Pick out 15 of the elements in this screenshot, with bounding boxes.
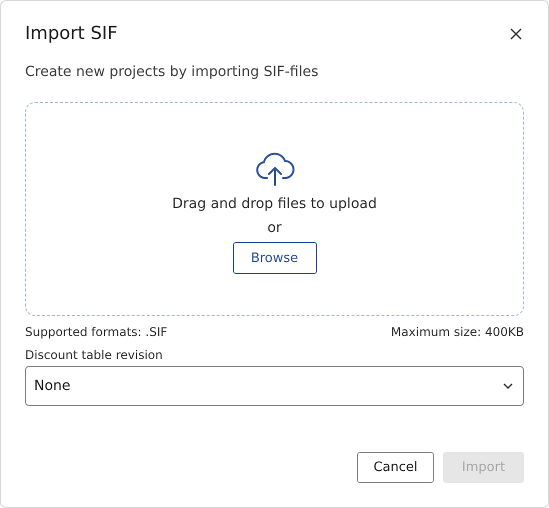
select-label: Discount table revision bbox=[25, 348, 164, 362]
browse-button[interactable]: Browse bbox=[232, 242, 316, 274]
chevron-down-icon bbox=[502, 382, 514, 390]
max-size-hint: Maximum size: 400KB bbox=[390, 325, 524, 339]
drop-zone[interactable]: Drag and drop files to upload or Browse bbox=[25, 102, 524, 316]
formats-hint: Supported formats: .SIF bbox=[25, 325, 168, 339]
or-text: or bbox=[267, 220, 282, 236]
revision-select[interactable]: None bbox=[25, 366, 524, 406]
dialog-title: Import SIF bbox=[25, 23, 118, 44]
drop-text: Drag and drop files to upload bbox=[172, 196, 377, 212]
cloud-upload-icon bbox=[254, 152, 294, 186]
select-value: None bbox=[34, 378, 71, 394]
dialog-subtitle: Create new projects by importing SIF-files bbox=[25, 64, 320, 80]
cancel-button[interactable]: Cancel bbox=[357, 452, 434, 483]
close-icon[interactable] bbox=[508, 26, 524, 42]
